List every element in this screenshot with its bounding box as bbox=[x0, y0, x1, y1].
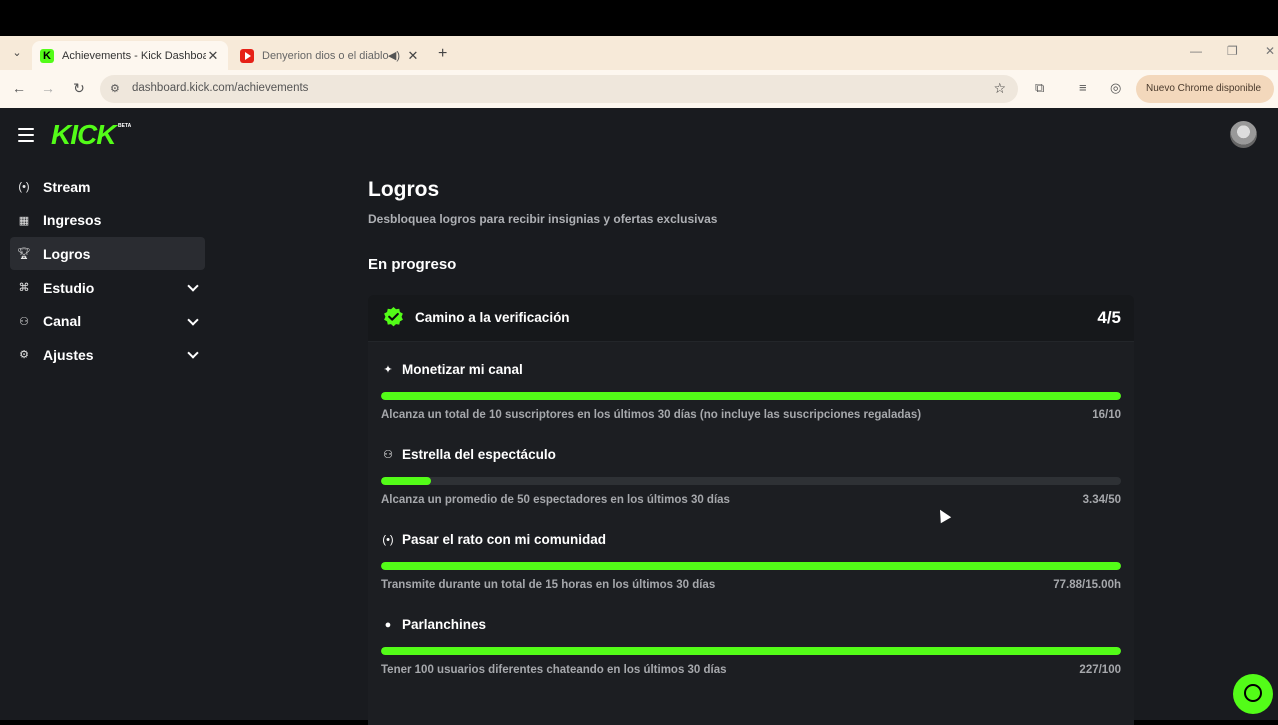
support-chat-button[interactable] bbox=[1233, 674, 1273, 714]
progress-bar bbox=[381, 392, 1121, 400]
card-count: 4/5 bbox=[1097, 308, 1121, 327]
url-text[interactable]: dashboard.kick.com/achievements bbox=[132, 82, 308, 94]
menu-icon[interactable] bbox=[18, 128, 34, 142]
sidebar-item-label: Canal bbox=[43, 313, 82, 330]
chat-icon: ● bbox=[384, 618, 392, 631]
close-tab-icon[interactable]: ✕ bbox=[406, 48, 420, 64]
youtube-favicon-icon bbox=[240, 48, 254, 63]
tab-title: Denyerion dios o el diablo bbox=[262, 49, 388, 62]
achievement-description: Alcanza un promedio de 50 espectadores e… bbox=[381, 494, 730, 506]
tab-youtube[interactable]: Denyerion dios o el diablo ◀) ✕ bbox=[232, 41, 428, 70]
chart-icon: ▦ bbox=[18, 214, 30, 227]
tab-achievements[interactable]: Achievements - Kick Dashboard ✕ bbox=[32, 41, 228, 70]
achievement-name: Estrella del espectáculo bbox=[402, 447, 556, 462]
progress-fill bbox=[381, 477, 431, 485]
forward-icon[interactable]: → bbox=[39, 80, 57, 96]
achievement-name: Monetizar mi canal bbox=[402, 362, 523, 377]
progress-fill bbox=[381, 392, 1121, 400]
profile-icon[interactable]: ◎ bbox=[1110, 80, 1121, 96]
page-title: Logros bbox=[368, 178, 440, 201]
kick-favicon-icon bbox=[40, 48, 54, 63]
media-controls-icon[interactable]: ≡ bbox=[1079, 80, 1087, 95]
gear-icon: ⚙ bbox=[19, 349, 29, 362]
achievement-description: Alcanza un total de 10 suscriptores en l… bbox=[381, 409, 922, 421]
verified-badge-icon bbox=[384, 306, 403, 327]
progress-bar bbox=[381, 562, 1121, 570]
sidebar-item-label: Ingresos bbox=[43, 212, 102, 229]
sidebar-item-canal[interactable]: ⚇ Canal bbox=[10, 305, 205, 338]
minimize-icon[interactable]: — bbox=[1190, 44, 1202, 58]
sidebar-item-ingresos[interactable]: ▦ Ingresos bbox=[10, 204, 205, 237]
progress-fill bbox=[381, 562, 1121, 570]
main-content: Logros Desbloquea logros para recibir in… bbox=[368, 178, 1134, 725]
achievement-name: Pasar el rato con mi comunidad bbox=[402, 532, 607, 547]
card-title: Camino a la verificación bbox=[415, 310, 570, 325]
broadcast-icon: (•) bbox=[382, 533, 394, 546]
beta-tag: BETA bbox=[118, 123, 132, 129]
card-body: ✦ Monetizar mi canal Alcanza un total de… bbox=[368, 342, 1134, 725]
section-title: En progreso bbox=[368, 256, 457, 273]
progress-bar bbox=[381, 647, 1121, 655]
audio-playing-icon[interactable]: ◀) bbox=[388, 49, 400, 62]
sidebar-item-label: Estudio bbox=[43, 279, 95, 296]
studio-icon: ⌘ bbox=[18, 282, 30, 295]
achievement-description: Tener 100 usuarios diferentes chateando … bbox=[381, 664, 727, 676]
new-tab-icon[interactable]: + bbox=[438, 45, 447, 63]
achievement-progress: 227/100 bbox=[1079, 664, 1121, 676]
sidebar-item-label: Ajustes bbox=[43, 346, 94, 363]
tab-strip: ⌄ Achievements - Kick Dashboard ✕ Denyer… bbox=[0, 36, 1278, 70]
users-icon: ⚇ bbox=[19, 315, 29, 328]
browser-toolbar: ← → ↻ ⚙ dashboard.kick.com/achievements … bbox=[0, 70, 1278, 108]
progress-fill bbox=[381, 647, 1121, 655]
site-info-icon[interactable]: ⚙ bbox=[110, 82, 120, 95]
achievement-card: Camino a la verificación 4/5 ✦ Monetizar… bbox=[368, 295, 1134, 725]
achievement-progress: 16/10 bbox=[1092, 409, 1121, 421]
sidebar-item-label: Logros bbox=[43, 245, 91, 262]
card-header[interactable]: Camino a la verificación 4/5 bbox=[368, 295, 1134, 341]
screen-top-border bbox=[0, 0, 1278, 36]
achievement-description: Transmite durante un total de 15 horas e… bbox=[381, 579, 716, 591]
sidebar-item-logros[interactable]: 🏆︎ Logros bbox=[10, 237, 205, 271]
achievement-name: Parlanchines bbox=[402, 617, 487, 632]
sidebar-item-stream[interactable]: (•) Stream bbox=[10, 170, 205, 203]
sidebar-item-estudio[interactable]: ⌘ Estudio bbox=[10, 271, 205, 304]
broadcast-icon: (•) bbox=[18, 180, 30, 193]
page-subtitle: Desbloquea logros para recibir insignias… bbox=[368, 212, 718, 226]
address-bar[interactable]: ⚙ dashboard.kick.com/achievements ☆ bbox=[100, 75, 1018, 103]
sidebar: (•) Stream ▦ Ingresos 🏆︎ Logros ⌘ Estudi… bbox=[10, 170, 205, 372]
chrome-update-button[interactable]: Nuevo Chrome disponible bbox=[1136, 75, 1274, 103]
bookmark-star-icon[interactable]: ☆ bbox=[993, 80, 1006, 97]
back-icon[interactable]: ← bbox=[10, 80, 28, 96]
chevron-down-icon[interactable] bbox=[187, 347, 199, 360]
trophy-icon: 🏆︎ bbox=[17, 248, 31, 261]
chevron-down-icon[interactable] bbox=[187, 280, 199, 292]
tab-title: Achievements - Kick Dashboard bbox=[62, 49, 206, 62]
kick-logo[interactable]: KICK bbox=[51, 119, 116, 151]
sidebar-item-ajustes[interactable]: ⚙ Ajustes bbox=[10, 338, 205, 371]
progress-bar bbox=[381, 477, 1121, 485]
users-icon: ⚇ bbox=[383, 449, 393, 461]
achievement-progress: 77.88/15.00h bbox=[1053, 579, 1121, 591]
kick-dashboard: KICK BETA (•) Stream ▦ Ingresos 🏆︎ Logro… bbox=[0, 108, 1278, 725]
close-window-icon[interactable]: ✕ bbox=[1265, 44, 1275, 58]
sparkle-icon: ✦ bbox=[383, 364, 393, 376]
extensions-icon[interactable]: ⧉ bbox=[1035, 80, 1044, 96]
close-tab-icon[interactable]: ✕ bbox=[206, 48, 220, 64]
maximize-icon[interactable]: ❐ bbox=[1227, 44, 1238, 58]
sidebar-item-label: Stream bbox=[43, 178, 91, 195]
tab-search-icon[interactable]: ⌄ bbox=[8, 44, 26, 62]
achievement-progress: 3.34/50 bbox=[1082, 494, 1121, 506]
chevron-down-icon[interactable] bbox=[187, 314, 199, 326]
reload-icon[interactable]: ↻ bbox=[70, 80, 88, 97]
app-header: KICK BETA bbox=[0, 108, 1278, 164]
user-avatar[interactable] bbox=[1230, 121, 1257, 148]
browser-chrome: ⌄ Achievements - Kick Dashboard ✕ Denyer… bbox=[0, 36, 1278, 108]
